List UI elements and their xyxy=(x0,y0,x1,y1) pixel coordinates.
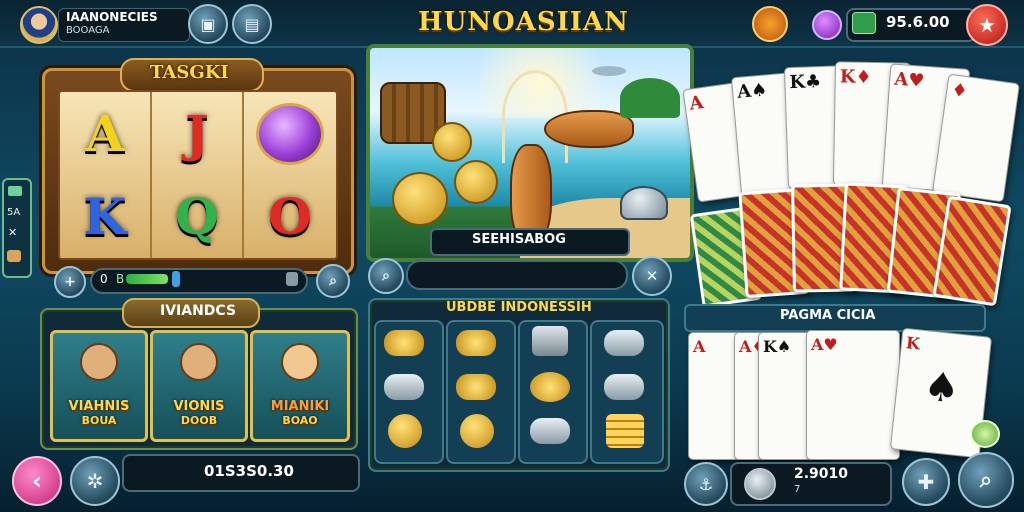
bet-value: 2.9010 xyxy=(794,466,849,482)
shop-button[interactable]: ▣ xyxy=(188,4,228,44)
gold-coin-stack-item[interactable] xyxy=(606,414,644,448)
slot-symbol-j-label: J xyxy=(185,104,209,163)
slot-symbol-o-label: O xyxy=(268,187,312,246)
gold-bowl-item[interactable] xyxy=(530,372,570,402)
silver-drum-item[interactable] xyxy=(532,326,568,356)
character-face-3 xyxy=(281,343,319,381)
gear-icon: ✲ xyxy=(86,469,104,493)
character-sub-3: BOAO xyxy=(282,414,318,427)
slot-meter-value: 0 xyxy=(100,272,108,286)
plus-icon: + xyxy=(64,274,76,290)
magnifier-icon: ⌕ xyxy=(382,268,390,284)
bet-coin-icon xyxy=(744,468,776,500)
slot-meter-mark: B xyxy=(116,272,125,286)
coin-stack-icon xyxy=(392,172,448,226)
palm-tree-icon xyxy=(620,78,680,118)
purple-gem-icon xyxy=(256,102,324,165)
slot-search-button[interactable]: ⌕ xyxy=(316,264,350,298)
characters-title: IVIANDCS xyxy=(160,303,237,319)
gold-fish-item-3[interactable] xyxy=(456,374,496,400)
slot-symbol-a-label: A xyxy=(85,104,125,163)
side-menu-icon-1 xyxy=(8,186,22,196)
player-subtitle: BOOAGA xyxy=(66,25,110,36)
slot-meter-handle[interactable] xyxy=(172,271,180,287)
anchor-icon: ⚓ xyxy=(698,474,714,494)
currency-value: 95.6.00 xyxy=(886,13,950,31)
hammer-icon: ✕ xyxy=(645,267,659,285)
character-card-3[interactable]: MIANIKI BOAO xyxy=(250,330,350,442)
bet-sub-value: 7 xyxy=(794,484,801,495)
coin-icon-1 xyxy=(432,122,472,162)
items-title: UBDBE INDONESSIH xyxy=(446,300,592,315)
avatar[interactable] xyxy=(20,6,58,44)
slot-symbol-a: A xyxy=(60,92,152,175)
character-name-3: MIANIKI xyxy=(270,399,330,414)
gold-coin-item-2[interactable] xyxy=(460,414,494,448)
silver-fish-item-3[interactable] xyxy=(604,374,644,400)
silver-fish-item-2[interactable] xyxy=(384,374,424,400)
gem-icon[interactable] xyxy=(812,10,842,40)
character-sub-2: DOOB xyxy=(180,414,218,427)
bonus-icon[interactable] xyxy=(752,6,788,42)
search-icon: ⌕ xyxy=(979,467,993,493)
gold-coin-item-1[interactable] xyxy=(388,414,422,448)
fishing-label: SEEHISABOG xyxy=(472,232,566,247)
slot-symbol-j: J xyxy=(152,92,244,175)
silver-fish-item-4[interactable] xyxy=(530,418,570,444)
search-button[interactable]: ⌕ xyxy=(958,452,1014,508)
gift-icon: ▤ xyxy=(244,14,260,34)
character-face-1 xyxy=(80,343,118,381)
character-card-2[interactable]: VIONIS DOOB xyxy=(150,330,248,442)
star-icon: ★ xyxy=(978,13,996,37)
character-name-2: VIONIS xyxy=(173,399,225,414)
gift-button[interactable]: ▤ xyxy=(232,4,272,44)
balance-value: 01S3S0.30 xyxy=(204,462,294,480)
silver-fish-item-1[interactable] xyxy=(604,330,644,356)
hand-card-4[interactable]: A♥ xyxy=(806,330,900,460)
add-currency-button[interactable]: ★ xyxy=(966,4,1008,46)
slot-symbol-q-label: Q xyxy=(175,187,219,246)
bet-increase-button[interactable]: ✚ xyxy=(902,458,950,506)
slot-symbol-k-label: K xyxy=(83,187,127,246)
character-card-1[interactable]: VIAHNIS BOUA xyxy=(50,330,148,442)
side-menu-icon-3: ✕ xyxy=(8,226,18,239)
fishing-tools-button[interactable]: ✕ xyxy=(632,256,672,296)
game-title: HUNOASIIAN xyxy=(418,7,629,37)
character-face-2 xyxy=(180,343,218,381)
bell-icon xyxy=(620,186,668,220)
character-name-1: VIAHNIS xyxy=(68,399,130,414)
ufo-icon xyxy=(592,66,626,76)
bet-decrease-button[interactable]: ⚓ xyxy=(684,462,728,506)
chat-bubble-icon[interactable] xyxy=(970,420,1000,448)
back-arrow-icon: ‹ xyxy=(32,467,42,495)
gold-fish-item-1[interactable] xyxy=(384,330,424,356)
fishing-search-button[interactable]: ⌕ xyxy=(368,258,404,294)
slot-meter-lock-icon xyxy=(286,272,298,286)
side-menu-icon-4 xyxy=(7,250,21,262)
slot-reels: A J K Q O xyxy=(58,90,338,260)
settings-button[interactable]: ✲ xyxy=(70,456,120,506)
plus-cross-icon: ✚ xyxy=(917,470,935,494)
slot-symbol-gem xyxy=(244,92,336,175)
character-sub-1: BOUA xyxy=(81,414,117,427)
cards-panel-title: PAGMA CICIA xyxy=(780,308,876,323)
slot-symbol-k: K xyxy=(60,175,152,258)
spade-icon: ♠ xyxy=(921,362,962,413)
slot-add-button[interactable]: + xyxy=(54,266,86,298)
slot-symbol-q: Q xyxy=(152,175,244,258)
shop-icon: ▣ xyxy=(200,14,216,34)
coin-icon-2 xyxy=(454,160,498,204)
back-button[interactable]: ‹ xyxy=(12,456,62,506)
side-menu-icon-2: 5A xyxy=(7,207,21,218)
slot-meter-fill xyxy=(126,274,168,284)
slot-symbol-o: O xyxy=(244,175,336,258)
slot-title: TASGKI xyxy=(150,62,229,83)
card-fan-bottom xyxy=(689,180,1022,308)
fishing-progress-bar xyxy=(406,260,628,290)
player-name: IAANONECIES xyxy=(66,10,158,24)
search-icon: ⌕ xyxy=(329,273,337,289)
cash-icon xyxy=(852,12,876,34)
gold-fish-item-2[interactable] xyxy=(456,330,496,356)
